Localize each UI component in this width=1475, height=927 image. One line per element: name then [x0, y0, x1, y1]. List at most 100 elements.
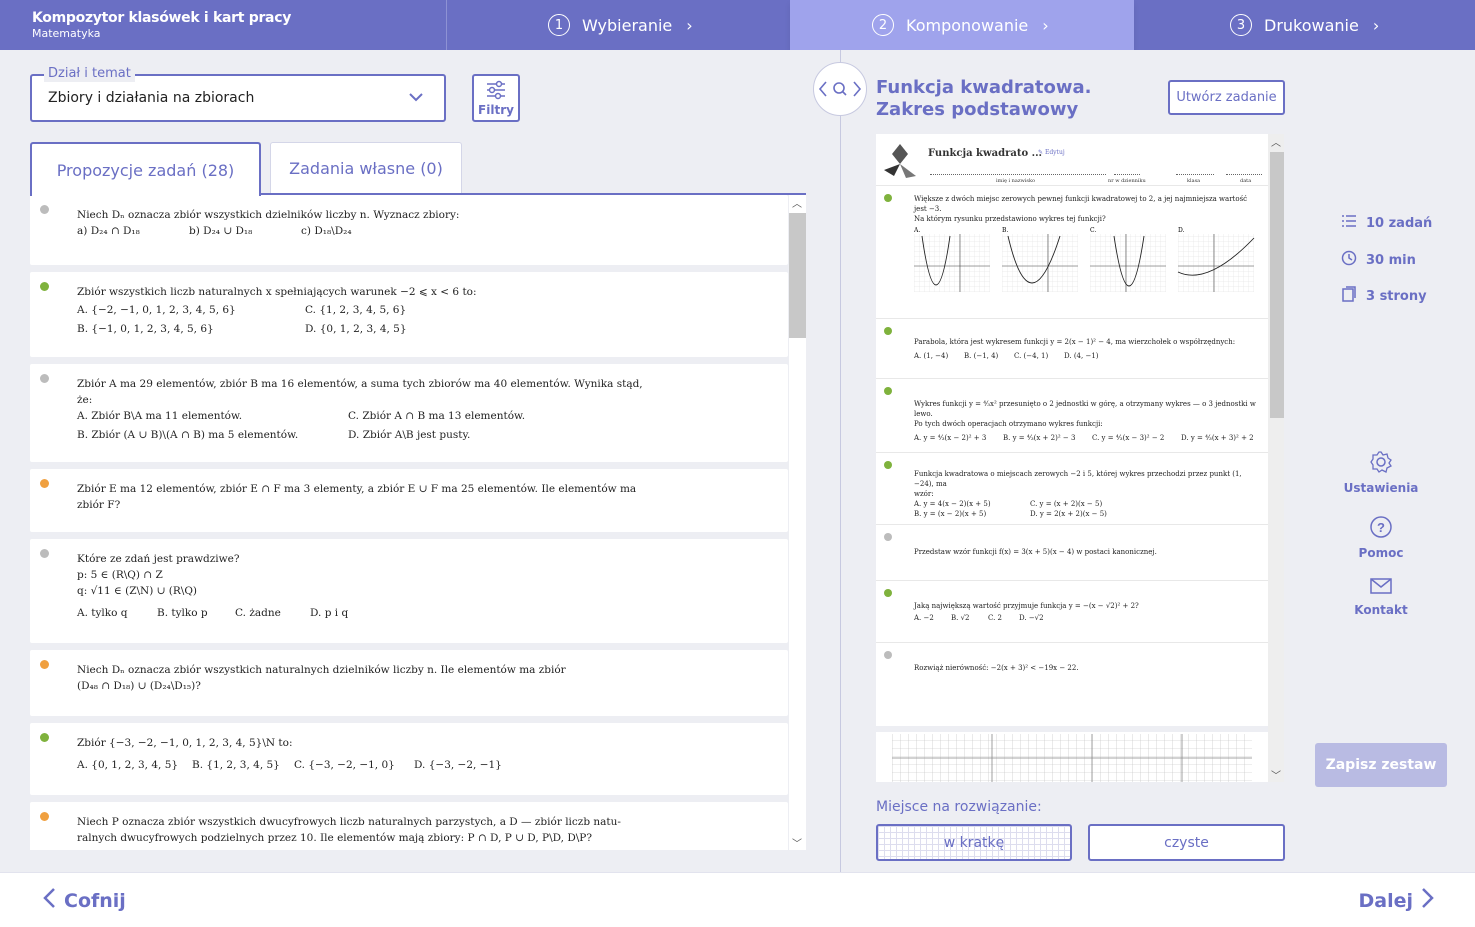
status-dot	[884, 327, 892, 335]
scrollbar-thumb[interactable]	[1270, 152, 1284, 418]
step-print[interactable]: 3 Drukowanie ›	[1230, 0, 1379, 50]
task-card[interactable]: Niech Dₙ oznacza zbiór wszystkich natura…	[30, 650, 788, 716]
task-option: a) D₂₄ ∩ D₁₈	[77, 225, 140, 237]
task-text: (D₄₈ ∩ D₁₈) ∪ (D₂₄\D₁₅)?	[77, 680, 201, 692]
task-text: q: √11 ∈ (Z\N) ∪ (R\Q)	[77, 585, 198, 597]
document-preview[interactable]: Funkcja kwadrato ... ✎ Edytuj imię i naz…	[876, 134, 1284, 782]
status-dot	[40, 479, 49, 488]
scroll-down-icon[interactable]: ﹀	[792, 835, 802, 850]
panel-divider	[840, 50, 841, 872]
task-card[interactable]: Zbiór E ma 12 elementów, zbiór E ∩ F ma …	[30, 469, 788, 532]
next-button[interactable]: Dalej	[1358, 887, 1443, 915]
task-options: B. Zbiór (A ∪ B)\(A ∩ B) ma 5 elementów.…	[77, 427, 776, 443]
solution-grid-option[interactable]: w kratkę	[876, 824, 1072, 861]
zoom-toggle-button[interactable]	[813, 62, 867, 116]
task-text: ralnych dwucyfrowych podzielnych przez 1…	[77, 832, 592, 844]
step-number: 2	[872, 14, 894, 36]
topic-select[interactable]: Dział i temat Zbiory i działania na zbio…	[30, 66, 446, 122]
preview-task[interactable]: Przedstaw wzór funkcji f(x) = 3(x + 5)(x…	[876, 525, 1268, 581]
task-card[interactable]: Niech P oznacza zbiór wszystkich dwucyfr…	[30, 802, 788, 850]
tab-proposals[interactable]: Propozycje zadań (28)	[30, 142, 261, 196]
task-text: Zbiór A ma 29 elementów, zbiór B ma 16 e…	[77, 378, 643, 390]
task-option: C. Zbiór A ∩ B ma 13 elementów.	[348, 410, 526, 422]
preview-task-text: Jaką największą wartość przyjmuje funkcj…	[914, 602, 1139, 610]
settings-button[interactable]: Ustawienia	[1341, 450, 1421, 495]
preview-task[interactable]: Większe z dwóch miejsc zerowych pewnej f…	[876, 186, 1268, 319]
preview-task[interactable]: Parabola, która jest wykresem funkcji y …	[876, 319, 1268, 379]
help-button[interactable]: ? Pomoc	[1341, 515, 1421, 560]
task-list[interactable]: Niech Dₙ oznacza zbiór wszystkich dzieln…	[30, 195, 788, 850]
preview-edit-link[interactable]: ✎ Edytuj	[1038, 149, 1065, 156]
task-options: a) D₂₄ ∩ D₁₈ b) D₂₄ ∪ D₁₈ c) D₁₈\D₂₄	[77, 223, 776, 239]
preview-option: D. y = 2(x + 2)(x − 5)	[1030, 510, 1107, 518]
save-set-button[interactable]: Zapisz zestaw	[1315, 743, 1447, 787]
solution-space-label: Miejsce na rozwiązanie:	[876, 799, 1042, 815]
preview-option: C. 2	[988, 614, 1003, 622]
document-title-line: Funkcja kwadratowa.	[876, 77, 1092, 98]
task-text: że:	[77, 394, 93, 406]
preview-task[interactable]: Rozwiąż nierówność: −2(x + 3)² < −19x − …	[876, 643, 1268, 691]
app-title: Kompozytor klasówek i kart pracy	[32, 10, 292, 26]
stat-time: 30 min	[1340, 250, 1416, 270]
task-card[interactable]: Zbiór A ma 29 elementów, zbiór B ma 16 e…	[30, 364, 788, 462]
task-card[interactable]: Które ze zdań jest prawdziwe? p: 5 ∈ (R\…	[30, 539, 788, 643]
preview-scrollbar[interactable]: ︿ ﹀	[1268, 134, 1284, 782]
scrollbar-thumb[interactable]	[789, 213, 806, 338]
task-card[interactable]: Zbiór wszystkich liczb naturalnych x spe…	[30, 272, 788, 357]
chevron-down-icon	[408, 90, 424, 106]
next-label: Dalej	[1358, 890, 1413, 912]
preview-option: A. y = 4(x − 2)(x + 5)	[914, 500, 991, 508]
step-compose[interactable]: 2 Komponowanie ›	[790, 0, 1134, 50]
preview-option: A. (1, −4)	[914, 352, 949, 360]
task-text: Zbiór wszystkich liczb naturalnych x spe…	[77, 286, 477, 298]
stat-pages: 3 strony	[1340, 286, 1427, 306]
chevron-right-icon: ›	[1372, 15, 1380, 35]
task-card[interactable]: Zbiór {−3, −2, −1, 0, 1, 2, 3, 4, 5}\N t…	[30, 723, 788, 795]
graph-b: B.	[1002, 227, 1078, 292]
task-card[interactable]: Niech Dₙ oznacza zbiór wszystkich dzieln…	[30, 195, 788, 265]
task-options: A. Zbiór B\A ma 11 elementów. C. Zbiór A…	[77, 408, 776, 424]
solution-grid-preview	[876, 726, 1268, 782]
task-option: A. {0, 1, 2, 3, 4, 5}	[77, 759, 179, 771]
task-options: B. {−1, 0, 1, 2, 3, 4, 5, 6} D. {0, 1, 2…	[77, 321, 776, 337]
task-option: C. żadne	[235, 607, 281, 619]
chevron-right-icon: ›	[686, 15, 693, 35]
scroll-down-icon[interactable]: ﹀	[1271, 767, 1281, 782]
scroll-up-icon[interactable]: ︿	[1271, 134, 1281, 149]
contact-button[interactable]: Kontakt	[1341, 576, 1421, 617]
task-text: Niech Dₙ oznacza zbiór wszystkich dzieln…	[77, 209, 460, 221]
preview-task-text: Parabola, która jest wykresem funkcji y …	[914, 338, 1236, 346]
status-dot	[884, 387, 892, 395]
preview-task-text: Funkcja kwadratowa o miejscach zerowych …	[914, 470, 1242, 488]
preview-options: B. y = (x − 2)(x + 5) D. y = 2(x + 2)(x …	[914, 509, 1260, 519]
field-line	[1226, 174, 1262, 175]
task-list-scrollbar[interactable]: ︿ ﹀	[789, 195, 806, 850]
task-text: Zbiór E ma 12 elementów, zbiór E ∩ F ma …	[77, 483, 637, 495]
preview-option: D. y = ⁴⁄₃(x + 3)² + 2	[1181, 434, 1254, 442]
preview-task[interactable]: Wykres funkcji y = ⁴⁄₃x² przesunięto o 2…	[876, 379, 1268, 453]
preview-task[interactable]: Funkcja kwadratowa o miejscach zerowych …	[876, 453, 1268, 525]
field-label: klasa	[1187, 178, 1201, 184]
edit-label: Edytuj	[1044, 149, 1065, 156]
filters-button[interactable]: Filtry	[472, 74, 520, 122]
task-options: A. {−2, −1, 0, 1, 2, 3, 4, 5, 6} C. {1, …	[77, 302, 776, 318]
task-option: D. {0, 1, 2, 3, 4, 5}	[305, 323, 407, 335]
list-icon	[1340, 214, 1358, 232]
tab-own-tasks[interactable]: Zadania własne (0)	[270, 142, 462, 194]
answer-graphs: A. B. C. D.	[913, 227, 1255, 292]
preview-task[interactable]: Jaką największą wartość przyjmuje funkcj…	[876, 581, 1268, 643]
task-option: C. {1, 2, 3, 4, 5, 6}	[305, 304, 407, 316]
back-button[interactable]: Cofnij	[34, 887, 126, 915]
field-label: imię i nazwisko	[996, 178, 1035, 184]
step-select[interactable]: 1 Wybieranie ›	[548, 0, 693, 50]
create-task-button[interactable]: Utwórz zadanie	[1168, 80, 1285, 115]
logo-icon	[884, 144, 916, 178]
preview-option: C. y = (x + 2)(x − 5)	[1030, 500, 1103, 508]
settings-label: Ustawienia	[1343, 481, 1419, 495]
header-divider	[446, 0, 447, 50]
preview-option: B. (−1, 4)	[964, 352, 999, 360]
task-option: D. {−3, −2, −1}	[414, 759, 502, 771]
scroll-up-icon[interactable]: ︿	[792, 195, 802, 210]
help-icon: ?	[1341, 515, 1421, 546]
solution-clean-option[interactable]: czyste	[1088, 824, 1285, 861]
